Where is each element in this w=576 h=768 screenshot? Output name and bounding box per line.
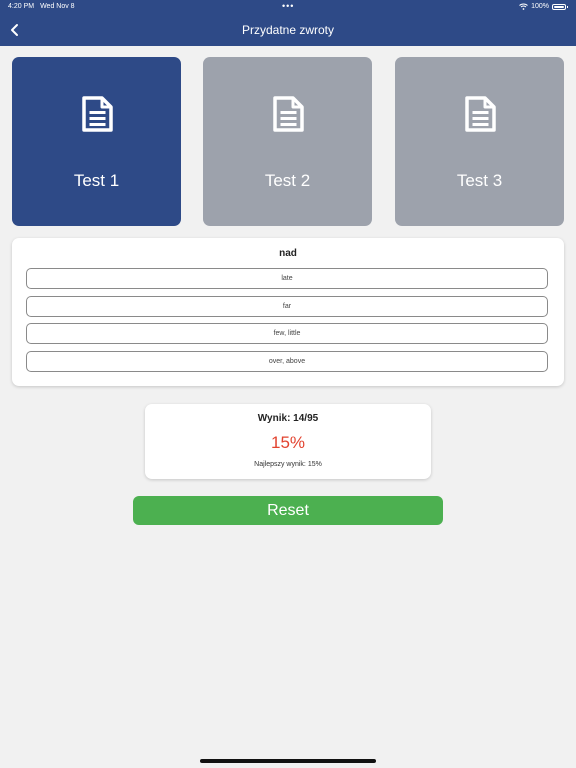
test-card-3[interactable]: Test 3: [395, 57, 564, 226]
test-card-2[interactable]: Test 2: [203, 57, 372, 226]
status-right: 100%: [519, 3, 568, 10]
status-time-text: 4:20 PM: [8, 3, 35, 10]
document-icon: [273, 96, 304, 132]
question-panel: nad late far few, little over, above: [12, 238, 564, 386]
answer-option-4[interactable]: over, above: [26, 351, 548, 372]
page-title: Przydatne zwroty: [241, 23, 335, 37]
battery-percent: 100%: [531, 3, 549, 10]
score-panel: Wynik: 14/95 15% Najlepszy wynik: 15%: [145, 404, 431, 479]
test-card-label: Test 3: [456, 171, 503, 190]
test-card-label: Test 2: [264, 171, 311, 190]
score-percent: 15%: [270, 433, 306, 452]
wifi-icon: [519, 3, 528, 10]
score-label: Wynik: 14/95: [257, 413, 319, 424]
answer-option-2[interactable]: far: [26, 296, 548, 317]
battery-icon: [552, 3, 568, 10]
navigation-header: 4:20 PM Wed Nov 8 ••• 100% Przydatne zwro…: [0, 0, 576, 46]
test-card-label: Test 1: [73, 171, 120, 190]
status-date: Wed Nov 8: [40, 3, 75, 10]
document-icon: [465, 96, 496, 132]
test-card-1[interactable]: Test 1: [12, 57, 181, 226]
reset-button[interactable]: Reset: [133, 496, 443, 525]
document-icon: [82, 96, 113, 132]
multitask-dots: •••: [282, 1, 295, 11]
best-score: Najlepszy wynik: 15%: [254, 461, 322, 468]
home-indicator: [200, 759, 376, 763]
status-time: 4:20 PM Wed Nov 8: [8, 3, 75, 10]
answer-option-1[interactable]: late: [26, 268, 548, 289]
answer-option-3[interactable]: few, little: [26, 323, 548, 344]
question-word: nad: [279, 248, 297, 259]
